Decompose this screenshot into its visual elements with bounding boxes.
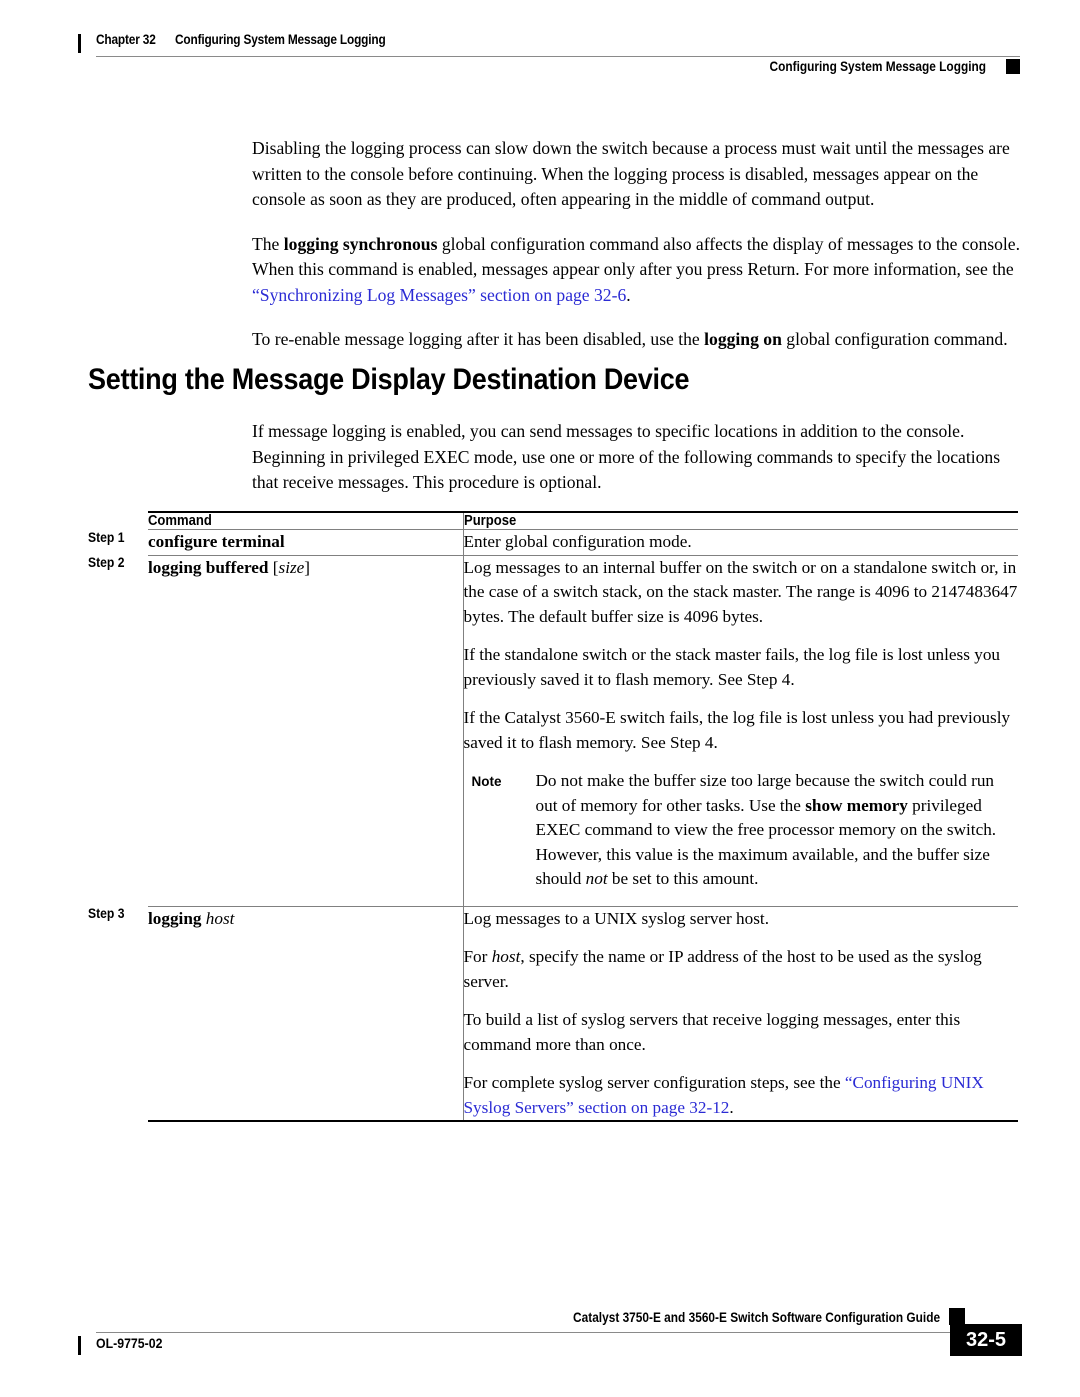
page-footer: Catalyst 3750-E and 3560-E Switch Softwa… bbox=[78, 1308, 1022, 1370]
para3-lead: To re-enable message logging after it ha… bbox=[252, 329, 705, 349]
step-label-3: Step 3 bbox=[88, 906, 125, 921]
header-tick-mark bbox=[78, 34, 81, 53]
para2-lead: The bbox=[252, 233, 284, 254]
header-chapter-line: Chapter 32 Configuring System Message Log… bbox=[96, 32, 386, 47]
p2-pre: For bbox=[463, 947, 492, 966]
purpose-paragraph: If the standalone switch or the stack ma… bbox=[463, 645, 1001, 689]
para3-tail: global configuration command. bbox=[781, 329, 1008, 349]
purpose-cell-3: Log messages to a UNIX syslog server hos… bbox=[462, 905, 1019, 1120]
page-header: Chapter 32 Configuring System Message Log… bbox=[78, 32, 1020, 74]
command-logging-synchronous: logging synchronous bbox=[283, 233, 438, 254]
section-intro-paragraph: If message logging is enabled, you can s… bbox=[252, 421, 1001, 492]
command-show-memory: show memory bbox=[805, 795, 908, 815]
section-intro-body: If message logging is enabled, you can s… bbox=[252, 419, 1024, 496]
note-label: Note bbox=[471, 774, 502, 789]
p2-post: , specify the name or IP address of the … bbox=[463, 947, 982, 991]
table-header-command: Command bbox=[148, 511, 463, 530]
procedure-table: Command Purpose Step 1 configure termina… bbox=[88, 511, 1018, 1120]
intro-paragraph-1: Disabling the logging process can slow d… bbox=[252, 138, 1010, 209]
note-text: Do not make the buffer size too large be… bbox=[536, 769, 1019, 892]
purpose-paragraph: For complete syslog server configuration… bbox=[464, 1071, 1019, 1120]
param-host: host bbox=[491, 947, 521, 966]
command-text-1: configure terminal bbox=[148, 532, 285, 551]
header-rule bbox=[96, 56, 1020, 57]
command-cell-1: configure terminal bbox=[148, 529, 463, 555]
table-header-purpose-label: Purpose bbox=[463, 513, 516, 529]
purpose-paragraph: Log messages to an internal buffer on th… bbox=[463, 557, 1018, 626]
footer-guide-title: Catalyst 3750-E and 3560-E Switch Softwa… bbox=[572, 1310, 940, 1325]
command-arg-3: host bbox=[205, 908, 235, 928]
command-text-2: logging buffered bbox=[148, 557, 269, 577]
command-text-3: logging bbox=[148, 908, 202, 928]
command-cell-3: logging host bbox=[148, 905, 463, 1120]
purpose-paragraph: Enter global configuration mode. bbox=[463, 532, 692, 551]
footer-square-marker bbox=[949, 1308, 965, 1325]
purpose-paragraph: To build a list of syslog servers that r… bbox=[463, 1010, 961, 1054]
table-header-row: Command Purpose bbox=[88, 511, 1018, 530]
section-heading: Setting the Message Display Destination … bbox=[88, 363, 690, 396]
para2-tail: . bbox=[626, 284, 631, 305]
intro-paragraph-3: To re-enable message logging after it ha… bbox=[252, 327, 1024, 353]
table-header-command-label: Command bbox=[148, 513, 212, 529]
note-block: Note Do not make the buffer size too lar… bbox=[464, 769, 1019, 892]
note-text-post: be set to this amount. bbox=[607, 869, 759, 888]
header-square-marker bbox=[1006, 59, 1020, 74]
purpose-cell-2: Log messages to an internal buffer on th… bbox=[462, 554, 1019, 906]
intro-body: Disabling the logging process can slow d… bbox=[252, 136, 1024, 353]
note-emphasis-not: not bbox=[585, 869, 608, 888]
header-running-head: Configuring System Message Logging bbox=[769, 59, 986, 74]
procedure-table-wrapper: Command Purpose Step 1 configure termina… bbox=[88, 511, 1018, 1120]
p4-pre: For complete syslog server configuration… bbox=[463, 1073, 845, 1092]
xref-synchronizing-log-messages[interactable]: “Synchronizing Log Messages” section on … bbox=[252, 285, 626, 305]
command-arg-2: size bbox=[278, 557, 305, 577]
table-bottom-rule bbox=[148, 1120, 1018, 1122]
purpose-paragraph: If the Catalyst 3560-E switch fails, the… bbox=[463, 708, 1011, 752]
table-row: Step 3 logging host Log messages to a UN… bbox=[88, 905, 1019, 1120]
document-page: Chapter 32 Configuring System Message Log… bbox=[0, 0, 1080, 1397]
p4-post: . bbox=[729, 1097, 734, 1117]
purpose-paragraph: Log messages to a UNIX syslog server hos… bbox=[463, 908, 770, 928]
header-chapter-number: Chapter 32 bbox=[96, 32, 156, 47]
table-header-step bbox=[88, 512, 148, 530]
footer-tick-mark bbox=[78, 1336, 81, 1355]
footer-doc-id: OL-9775-02 bbox=[96, 1335, 163, 1351]
command-logging-on: logging on bbox=[704, 329, 782, 349]
intro-paragraph-2: The logging synchronous global configura… bbox=[252, 232, 1024, 309]
footer-page-number: 32-5 bbox=[950, 1324, 1022, 1356]
command-cell-2: logging buffered [size] bbox=[148, 554, 463, 906]
purpose-paragraph: For host, specify the name or IP address… bbox=[464, 945, 1019, 994]
table-row: Step 1 configure terminal Enter global c… bbox=[88, 529, 1018, 555]
step-label-1: Step 1 bbox=[88, 529, 125, 545]
step-label-2: Step 2 bbox=[88, 555, 125, 570]
table-row: Step 2 logging buffered [size] Log messa… bbox=[88, 554, 1019, 906]
purpose-cell-1: Enter global configuration mode. bbox=[462, 529, 1018, 555]
table-header-purpose: Purpose bbox=[462, 511, 1018, 530]
header-chapter-title: Configuring System Message Logging bbox=[175, 32, 386, 47]
footer-rule bbox=[96, 1332, 1020, 1333]
